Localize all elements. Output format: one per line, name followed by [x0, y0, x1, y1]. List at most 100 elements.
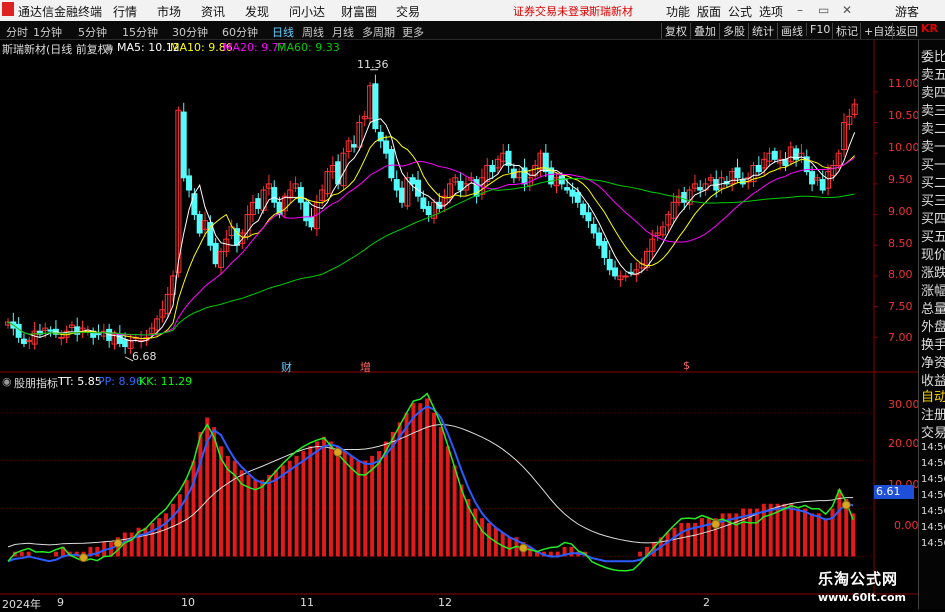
candle-body [596, 232, 603, 246]
candle-body [601, 241, 608, 259]
candle-body [606, 258, 613, 271]
indicator-bar [569, 546, 574, 557]
sidebar-time: 14:56 [921, 490, 945, 501]
indicator-toggle-icon[interactable]: ◉ [104, 41, 114, 54]
indicator-bar [486, 522, 491, 557]
sidebar-register[interactable]: 注册 [921, 404, 945, 423]
indicator-bar [315, 441, 320, 557]
sidebar-item: 买四 [921, 212, 945, 227]
date-axis-label: 2 [703, 596, 710, 609]
sidebar-item: 买三 [921, 194, 945, 209]
candle-body [180, 111, 187, 179]
candle-body [622, 275, 629, 278]
indicator-bar [699, 518, 704, 557]
indicator-bar [480, 518, 485, 557]
indicator-bar [425, 398, 430, 557]
pp-label: PP: 8.96 [98, 375, 143, 388]
indicator-current-value: 6.61 [874, 485, 914, 499]
sidebar-item: 总量 [921, 302, 945, 317]
indicator-bar [129, 532, 134, 557]
indicator-bar [219, 446, 223, 557]
sidebar-item: 净资 [921, 356, 945, 371]
candle-body [409, 177, 416, 185]
indicator-bar [782, 503, 787, 557]
indicator-bar [198, 431, 203, 557]
sidebar-item: 卖三 [921, 104, 945, 119]
indicator-bar [335, 446, 340, 557]
indicator-bar [212, 427, 217, 557]
candle-body [116, 333, 123, 344]
candle-body [569, 189, 576, 197]
candle-body [819, 179, 826, 191]
indicator-bar [803, 508, 808, 557]
candle-body [351, 144, 358, 148]
candle-body [425, 206, 432, 216]
date-axis-label: 12 [438, 596, 452, 609]
candle-body [809, 171, 816, 185]
sidebar-trade[interactable]: 交易 [921, 422, 945, 441]
candle-body [580, 203, 587, 216]
indicator-bar [280, 465, 285, 557]
indicator-chart[interactable] [7, 392, 856, 572]
price-axis-label: 7.00 [888, 331, 913, 344]
quote-sidebar: KR 委比 卖五 卖四 卖三 卖二 卖一 买一 买二 买三 买四 买五 现价 涨… [918, 22, 945, 609]
candle-body [335, 161, 342, 185]
sidebar-badge[interactable]: KR [921, 22, 938, 35]
stock-title: 斯瑞新材(日线 前复权) [2, 43, 114, 56]
candle-body [303, 201, 310, 222]
indicator-axis-label: 0.00 [894, 519, 919, 532]
candle-body [681, 191, 688, 203]
date-axis-label: 2024年 [2, 598, 41, 611]
indicator-bar [452, 465, 457, 557]
candle-body [782, 158, 789, 166]
price-axis-label: 7.50 [888, 300, 913, 313]
chart-canvas[interactable] [0, 0, 945, 609]
candle-body [196, 214, 203, 234]
signal-marker-icon [518, 543, 528, 553]
indicator-bar [342, 451, 347, 557]
price-axis-label: 9.00 [888, 205, 913, 218]
high-price-label: 11.36 [357, 58, 389, 71]
event-marker-finance[interactable]: 财 [281, 359, 292, 375]
indicator-bar [459, 484, 464, 557]
indicator-bar [260, 479, 265, 557]
price-axis-label: 10.50 [888, 109, 920, 122]
candle-body [308, 216, 315, 228]
sidebar-item: 涨幅 [921, 284, 945, 299]
sidebar-time: 14:56 [921, 442, 945, 453]
indicator-bar [754, 508, 759, 557]
indicator-bar [507, 537, 512, 557]
kk-label: KK: 11.29 [139, 375, 193, 388]
candle-body [734, 167, 741, 179]
candle-body [212, 242, 219, 265]
indicator-bar [177, 494, 182, 557]
indicator-bar [809, 513, 814, 557]
indicator-bar [672, 527, 677, 557]
candle-body [457, 180, 464, 191]
sidebar-auto[interactable]: 自动 [921, 386, 945, 405]
event-marker-increase[interactable]: 增 [360, 359, 371, 375]
candlestick-chart[interactable] [5, 69, 858, 362]
indicator-axis-label: 20.00 [888, 437, 920, 450]
indicator-bar [308, 446, 313, 557]
candle-body [755, 164, 762, 173]
sidebar-time: 14:56 [921, 458, 945, 469]
indicator-bar [349, 455, 354, 557]
indicator-bar [734, 513, 739, 557]
sidebar-item: 卖四 [921, 86, 945, 101]
candle-body [393, 179, 400, 191]
sidebar-item: 买五 [921, 230, 945, 245]
indicator-bar [377, 451, 382, 557]
candle-body [399, 187, 406, 203]
indicator-bar [823, 518, 828, 557]
sidebar-item: 委比 [921, 50, 945, 65]
signal-marker-icon [841, 500, 851, 510]
indicator-toggle-icon[interactable]: ◉ [2, 375, 12, 388]
price-axis-label: 11.00 [888, 77, 920, 90]
price-axis-label: 9.50 [888, 173, 913, 186]
candle-body [297, 187, 304, 203]
event-marker-dividend[interactable]: $ [683, 359, 690, 372]
sidebar-item: 买二 [921, 176, 945, 191]
indicator-bar [796, 508, 801, 557]
indicator-bar [837, 489, 842, 557]
